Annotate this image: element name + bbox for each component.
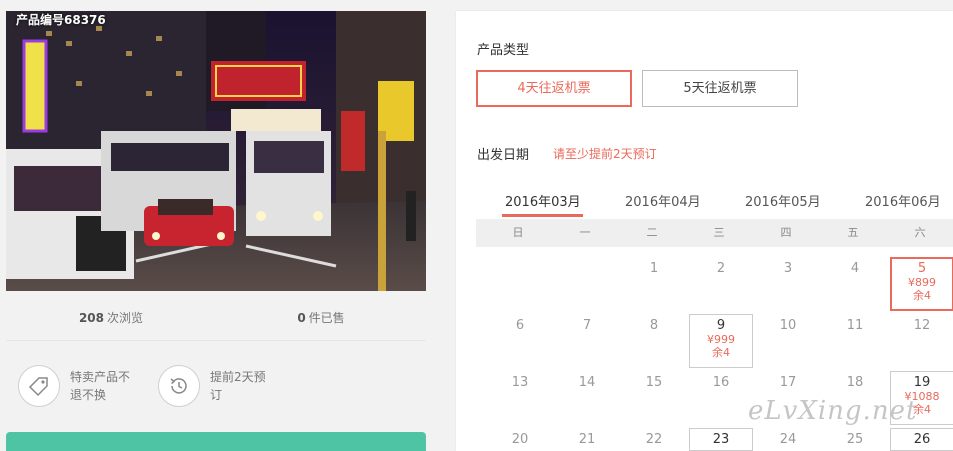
calendar-day-available[interactable]: 23 xyxy=(689,428,753,451)
day-price: ¥899 xyxy=(908,276,936,289)
calendar-day-available[interactable]: 5 ¥899 余4 xyxy=(890,257,953,311)
day-price: ¥999 xyxy=(707,333,735,346)
weekday-sat: 六 xyxy=(914,226,926,239)
feature-advance-booking: 提前2天预订 xyxy=(158,365,276,407)
feature-advance-booking-text: 提前2天预订 xyxy=(210,370,266,402)
calendar-day: 16 xyxy=(712,375,730,390)
views-label: 次浏览 xyxy=(107,311,144,325)
tab-month-2016-04[interactable]: 2016年04月 xyxy=(625,191,701,210)
day-number: 9 xyxy=(716,318,726,333)
calendar-day: 4 xyxy=(850,261,860,276)
views-count: 208 xyxy=(78,311,105,325)
day-number: 23 xyxy=(712,432,730,447)
weekday-tue: 二 xyxy=(646,226,658,239)
sold-count: 0 xyxy=(297,311,306,325)
feature-no-refund: 特卖产品不退不换 xyxy=(18,365,136,407)
calendar-day: 10 xyxy=(779,318,797,333)
weekday-mon: 一 xyxy=(579,226,591,239)
product-features: 特卖产品不退不换 提前2天预订 xyxy=(18,365,276,407)
feature-no-refund-text: 特卖产品不退不换 xyxy=(70,370,131,402)
calendar-day: 2 xyxy=(716,261,726,276)
calendar-day: 11 xyxy=(846,318,864,333)
active-month-indicator xyxy=(502,214,583,217)
product-photo xyxy=(6,11,426,291)
calendar-day: 18 xyxy=(846,375,864,390)
weekday-fri: 五 xyxy=(847,226,859,239)
departure-date-title: 出发日期 xyxy=(477,148,530,163)
calendar-day-available[interactable]: 26 xyxy=(890,428,953,451)
sold-stat: 0 件已售 xyxy=(216,303,426,339)
type-option-4-day[interactable]: 4天往返机票 xyxy=(476,70,632,107)
weekday-header: 日 一 二 三 四 五 六 xyxy=(476,219,953,247)
calendar-day: 25 xyxy=(846,432,864,447)
calendar-day: 12 xyxy=(913,318,931,333)
calendar-day: 6 xyxy=(515,318,525,333)
calendar-day: 14 xyxy=(578,375,596,390)
day-number: 26 xyxy=(913,432,931,447)
calendar-day: 15 xyxy=(645,375,663,390)
tab-month-2016-03[interactable]: 2016年03月 xyxy=(505,191,581,210)
product-number: 产品编号68376 xyxy=(16,13,106,27)
product-stats: 208 次浏览 0 件已售 xyxy=(6,303,426,339)
sold-label: 件已售 xyxy=(308,311,345,325)
calendar-day-available[interactable]: 9 ¥999 余4 xyxy=(689,314,753,368)
type-option-5-day[interactable]: 5天往返机票 xyxy=(642,70,798,107)
watermark: eLvXing.net xyxy=(748,396,918,426)
calendar-day: 13 xyxy=(511,375,529,390)
calendar-day: 3 xyxy=(783,261,793,276)
buy-button[interactable] xyxy=(6,432,426,451)
calendar-day: 7 xyxy=(582,318,592,333)
calendar-day: 17 xyxy=(779,375,797,390)
product-type-title: 产品类型 xyxy=(477,43,530,58)
calendar-day: 22 xyxy=(645,432,663,447)
calendar-day: 20 xyxy=(511,432,529,447)
stats-divider xyxy=(6,340,426,341)
weekday-thu: 四 xyxy=(780,226,792,239)
booking-hint: 请至少提前2天预订 xyxy=(553,147,657,161)
day-remaining: 余4 xyxy=(913,289,931,302)
tab-month-2016-05[interactable]: 2016年05月 xyxy=(745,191,821,210)
calendar-day: 8 xyxy=(649,318,659,333)
weekday-wed: 三 xyxy=(713,226,725,239)
weekday-sun: 日 xyxy=(512,226,524,239)
tag-icon xyxy=(18,365,60,407)
day-number: 19 xyxy=(913,375,931,390)
calendar-day: 21 xyxy=(578,432,596,447)
booking-panel: 产品类型 4天往返机票 5天往返机票 出发日期 请至少提前2天预订 2016年0… xyxy=(456,11,953,451)
day-number: 5 xyxy=(917,261,927,276)
day-remaining: 余4 xyxy=(712,346,730,359)
clock-history-icon xyxy=(158,365,200,407)
calendar-day: 1 xyxy=(649,261,659,276)
tab-month-2016-06[interactable]: 2016年06月 xyxy=(865,191,941,210)
calendar-day: 24 xyxy=(779,432,797,447)
views-stat: 208 次浏览 xyxy=(6,303,216,339)
